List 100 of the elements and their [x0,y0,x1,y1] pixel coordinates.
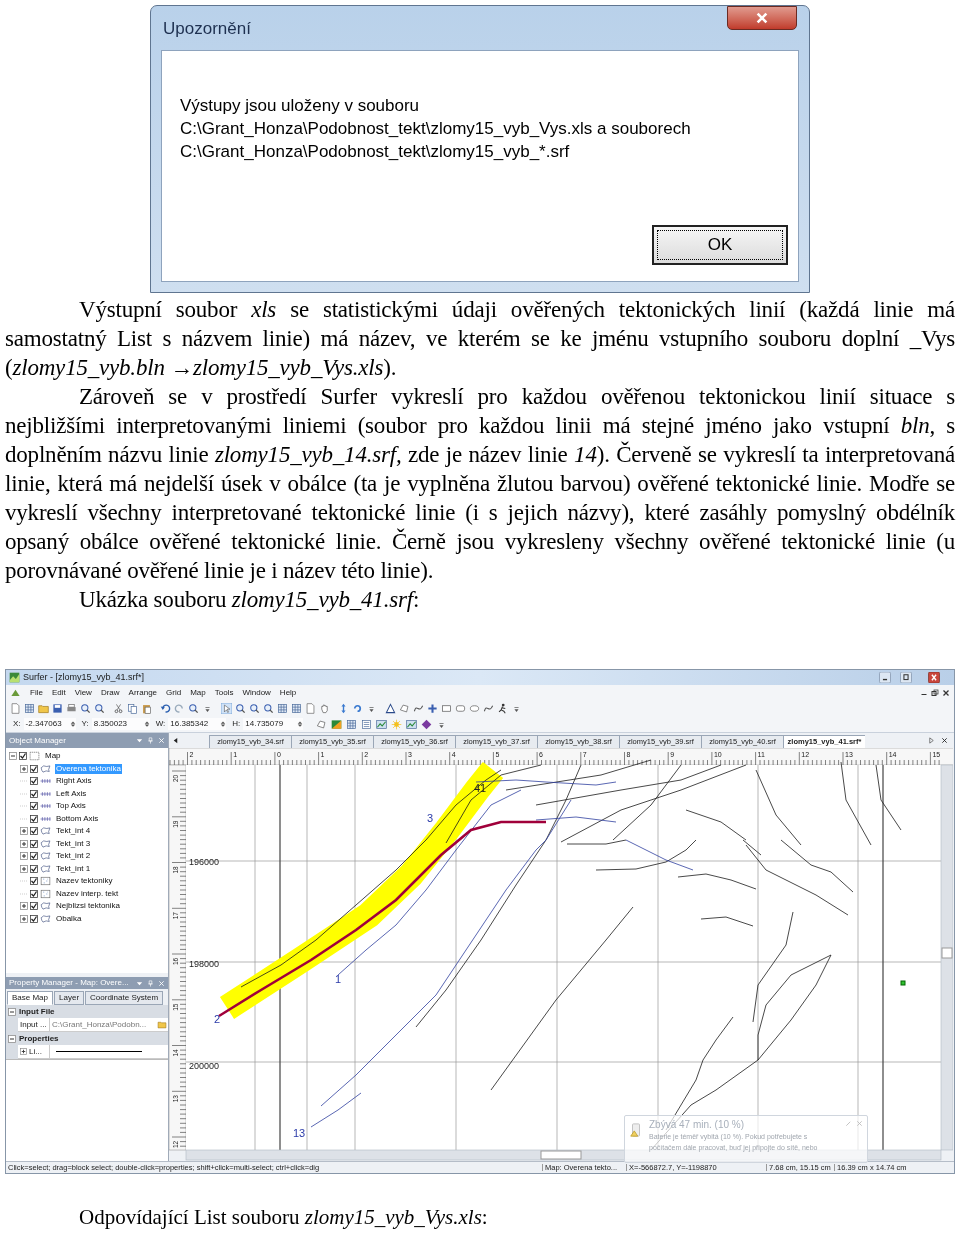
app-menu-icon[interactable] [10,687,21,698]
menu-item[interactable]: Edit [47,688,70,697]
coordinate-field[interactable]: 16.385342 [168,718,227,730]
layer-icon[interactable] [361,718,373,730]
spinner-icon[interactable] [297,719,304,729]
tree-item[interactable]: Right Axis [55,776,93,787]
collapse-icon[interactable] [8,1007,16,1016]
ellipse-icon[interactable] [469,702,480,714]
checkbox[interactable] [30,777,38,786]
tree-item[interactable]: Bottom Axis [55,813,100,824]
expand-icon[interactable] [20,764,28,773]
menu-item[interactable]: Grid [162,688,186,697]
expand-icon[interactable] [20,914,28,923]
rotate-icon[interactable] [352,702,363,714]
checkbox[interactable] [30,889,38,898]
runner-icon[interactable] [497,702,508,714]
tree-item[interactable]: Nejblizsi tektonika [55,901,122,912]
close-icon[interactable] [942,688,950,697]
tree-item[interactable]: Nazev tektoniky [55,876,114,887]
coordinate-field[interactable]: -2.347063 [23,718,76,730]
checkbox[interactable] [30,827,38,836]
coordinate-field[interactable]: 14.735079 [243,718,304,730]
menu-item[interactable]: Window [238,688,275,697]
right-arrow-icon[interactable] [928,737,935,744]
cut-icon[interactable] [113,702,124,714]
expand-icon[interactable] [20,852,28,861]
scrollbar-thumb[interactable] [540,1150,582,1160]
pin-icon[interactable] [147,737,154,744]
folder-icon[interactable] [157,1020,167,1029]
color-relief-icon[interactable] [331,718,343,730]
rectangle-icon[interactable] [441,702,452,714]
tree-item[interactable]: Tekt_int 1 [55,863,92,874]
checkbox[interactable] [30,914,38,923]
spinner-icon[interactable] [69,719,76,729]
close-icon[interactable] [941,737,948,744]
chart-icon[interactable] [406,718,418,730]
tree-item[interactable]: Tekt_int 2 [55,851,92,862]
magnifier-icon[interactable] [94,702,105,714]
expand-icon[interactable] [20,827,28,836]
zoom-in-icon[interactable] [235,702,246,714]
undo-icon[interactable] [160,702,171,714]
tree-item[interactable]: Top Axis [55,801,87,812]
menu-item[interactable]: View [70,688,96,697]
print-preview-icon[interactable] [80,702,91,714]
checkbox[interactable] [30,802,38,811]
expand-icon[interactable] [20,1048,27,1055]
menu-item[interactable]: Map [186,688,210,697]
print-icon[interactable] [66,702,77,714]
coordinate-field[interactable]: 8.350023 [91,718,150,730]
zoom-out-icon[interactable] [249,702,260,714]
checkbox[interactable] [30,839,38,848]
base-map-icon[interactable] [316,718,328,730]
cross-icon[interactable] [427,702,438,714]
checkbox[interactable] [30,864,38,873]
paste-icon[interactable] [141,702,152,714]
expand-icon[interactable] [20,864,28,873]
pin-icon[interactable] [147,979,154,987]
property-tab[interactable]: Coordinate System [85,991,164,1005]
selection-handle[interactable] [900,980,906,986]
tree-item[interactable]: Map [44,751,62,762]
new-worksheet-icon[interactable] [24,702,35,714]
expand-icon[interactable] [20,902,28,911]
checkbox[interactable] [30,852,38,861]
checkbox[interactable] [30,789,38,798]
ok-button[interactable]: OK [652,225,788,265]
rounded-rectangle-icon[interactable] [455,702,466,714]
checkbox[interactable] [30,814,38,823]
spinner-icon[interactable] [220,719,227,729]
save-icon[interactable] [52,702,63,714]
tree-item[interactable]: Nazev interp. tekt [55,888,120,899]
diamond-icon[interactable] [421,718,433,730]
new-file-icon[interactable] [10,702,21,714]
copy-icon[interactable] [127,702,138,714]
tree-item[interactable]: Obalka [55,913,83,924]
collapse-icon[interactable] [8,1034,16,1043]
left-arrow-icon[interactable] [172,737,179,744]
menu-item[interactable]: Arrange [124,688,162,697]
tree-item[interactable]: Left Axis [55,788,88,799]
expand-icon[interactable] [20,839,28,848]
page-icon[interactable] [305,702,316,714]
dropdown-icon[interactable] [136,737,143,744]
menu-item[interactable]: File [26,688,47,697]
property-tab[interactable]: Layer [54,991,85,1005]
checkbox[interactable] [30,764,38,773]
scrollbar-thumb[interactable] [941,947,953,959]
close-button[interactable] [727,6,797,30]
restore-icon[interactable] [931,688,939,697]
checkbox[interactable] [19,752,27,761]
triangle-icon[interactable] [385,702,396,714]
menu-item[interactable]: Help [275,688,301,697]
spinner-icon[interactable] [143,719,150,729]
property-tab[interactable]: Base Map [7,991,54,1005]
dropdown-icon[interactable] [136,979,143,987]
menu-item[interactable]: Tools [210,688,238,697]
menu-item[interactable]: Draw [96,688,124,697]
checkbox[interactable] [30,902,38,911]
tree-item[interactable]: Tekt_int 3 [55,838,92,849]
checkbox[interactable] [30,877,38,886]
select-arrow-icon[interactable] [221,702,232,714]
tree-item[interactable]: Tekt_int 4 [55,826,92,837]
